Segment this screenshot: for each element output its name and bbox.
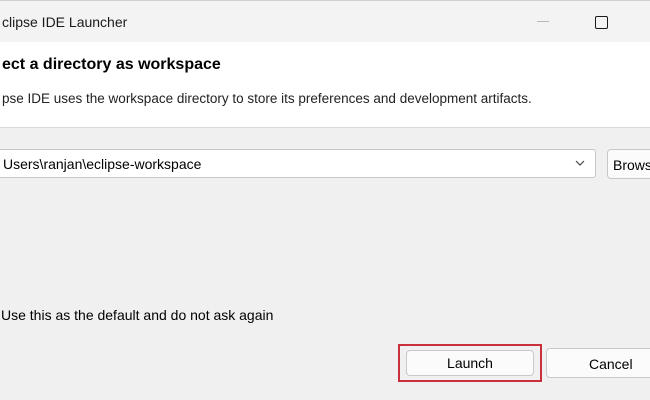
cancel-button[interactable]: Cancel [546,348,650,378]
window-title: clipse IDE Launcher [2,14,128,30]
dialog-description: pse IDE uses the workspace directory to … [2,91,532,106]
cancel-button-label: Cancel [589,356,633,372]
launch-button-label: Launch [447,355,493,371]
workspace-path-input[interactable]: Users\ranjan\eclipse-workspace [3,156,201,172]
default-checkbox-label[interactable]: Use this as the default and do not ask a… [1,307,273,323]
dialog-header: ect a directory as workspace pse IDE use… [0,42,650,128]
dialog-title: ect a directory as workspace [2,56,221,73]
workspace-combo[interactable]: Users\ranjan\eclipse-workspace [0,149,596,178]
browse-button[interactable]: Brows [607,149,650,179]
browse-button-label: Brows [613,157,650,173]
launch-highlight-box: Launch [398,344,542,382]
launch-button[interactable]: Launch [406,350,534,376]
maximize-button[interactable] [588,9,614,35]
chevron-down-icon[interactable] [573,156,587,170]
window-titlebar: clipse IDE Launcher [0,0,650,42]
minimize-button[interactable] [532,9,554,33]
